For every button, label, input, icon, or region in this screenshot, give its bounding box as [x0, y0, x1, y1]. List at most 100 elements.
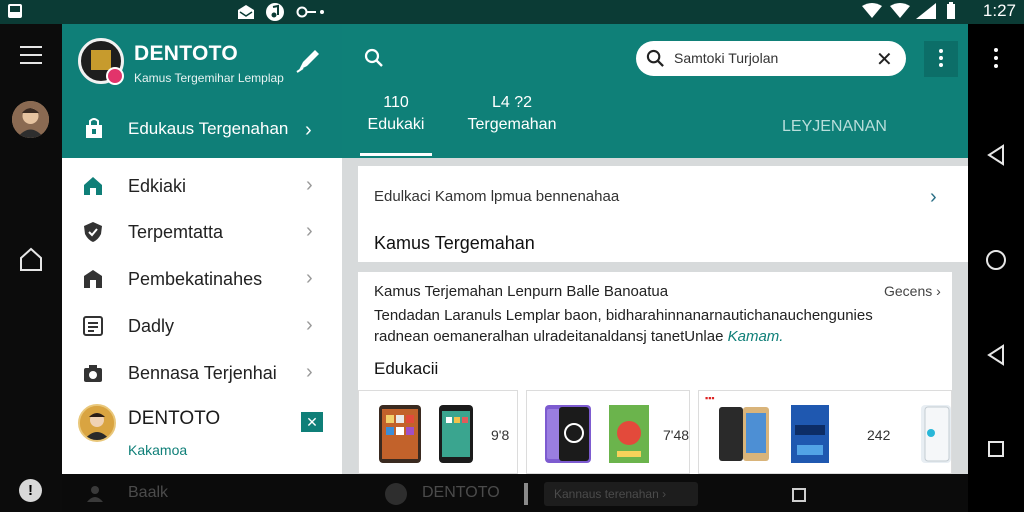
alert-icon[interactable]: !	[19, 479, 42, 502]
profile-close-button[interactable]: ✕	[301, 412, 323, 432]
news-icon	[83, 316, 103, 336]
product-price: 7'48	[663, 427, 690, 443]
drawer-item-label: Dadly	[128, 316, 175, 336]
logo-badge-icon	[106, 67, 124, 85]
back-icon[interactable]	[986, 144, 1006, 166]
phone-pair-image	[545, 405, 591, 463]
info-card-line: Edulkaci Kamom lpmua bennenahaa	[374, 188, 620, 205]
search-input[interactable]	[674, 50, 864, 66]
more-options-button[interactable]	[924, 41, 958, 77]
profile-avatar	[78, 404, 116, 442]
drawer-item-edkiaki[interactable]: Edkiaki ›	[62, 164, 342, 210]
see-more-link[interactable]: Gecens ›	[884, 283, 941, 299]
active-tab-indicator	[360, 153, 432, 156]
app-header: ✕ 110 Edukaki L4 ?2 Tergemahan LEYJENANA…	[342, 24, 968, 158]
drawer-item-label: Edkiaki	[128, 176, 187, 196]
chevron-right-icon: ›	[305, 119, 312, 141]
box-image	[791, 405, 829, 463]
tab-label: Tergemahan	[467, 116, 557, 133]
content-area: Edulkaci Kamom lpmua bennenahaa › Kamus …	[342, 158, 968, 474]
feature-card-link[interactable]: Kamam.	[728, 328, 784, 345]
phone-image	[439, 405, 473, 463]
profile-name: DENTOTO	[128, 408, 221, 429]
battery-icon	[947, 2, 955, 19]
bottom-brand: DENTOTO	[422, 484, 500, 501]
profile-avatar-image	[80, 406, 114, 440]
tab-tergemahan[interactable]: L4 ?2 Tergemahan	[460, 94, 564, 134]
bag-icon	[86, 118, 102, 138]
chevron-right-icon: ›	[306, 220, 313, 242]
brand-logo	[78, 38, 124, 85]
chevron-right-icon: ›	[306, 174, 313, 196]
profile-subtitle: Kakamoa	[128, 442, 188, 458]
store-icon	[84, 270, 102, 288]
info-card[interactable]: Edulkaci Kamom lpmua bennenahaa › Kamus …	[358, 166, 968, 262]
drawer-item-pembekatinahes[interactable]: Pembekatinahes ›	[62, 257, 342, 303]
drawer-item-label: Bennasa Terjenhai	[128, 363, 277, 383]
drawer-item-label: Pembekatinahes	[128, 269, 263, 289]
status-bar: 1:27	[0, 0, 1024, 24]
product-price: 9'8	[491, 427, 510, 443]
product-card[interactable]: 9'8	[358, 390, 518, 474]
phones-image	[717, 405, 771, 463]
tablet-image	[379, 405, 421, 463]
search-icon	[646, 49, 664, 67]
more-vert-icon[interactable]	[994, 48, 998, 72]
navigation-drawer: DENTOTO Kamus Tergemihar Lemplap Edukaus…	[62, 24, 342, 474]
tab-label: Edukaki	[367, 116, 425, 133]
search-icon[interactable]	[364, 48, 384, 68]
home-circle-icon[interactable]	[985, 249, 1007, 271]
camera-icon	[84, 365, 102, 382]
menu-icon[interactable]	[20, 46, 42, 70]
user-icon	[87, 486, 103, 502]
drawer-profile[interactable]: DENTOTO Kakamoa ✕	[62, 398, 342, 474]
chevron-right-icon: ›	[930, 186, 937, 208]
drawer-header-item-label: Edukaus Tergenahan	[128, 119, 289, 138]
music-icon	[266, 3, 284, 21]
feature-card-text: Tendadan Laranuls Lemplar baon, bidharah…	[374, 307, 873, 345]
drawer-item-bennasa[interactable]: Bennasa Terjenhai ›	[62, 351, 342, 397]
left-rail: !	[0, 24, 62, 512]
brand-name: DENTOTO	[134, 42, 239, 65]
tab-leyjenanan[interactable]: LEYJENANAN	[782, 118, 887, 136]
key-icon	[296, 6, 324, 18]
chevron-right-icon: ›	[306, 361, 313, 383]
search-bar[interactable]: ✕	[636, 41, 906, 76]
edit-icon[interactable]	[295, 46, 323, 74]
bottom-chip[interactable]: Kannaus terenahan ›	[544, 482, 698, 506]
product-card[interactable]: ▪▪▪ 242	[698, 390, 952, 474]
back-icon-2[interactable]	[986, 344, 1006, 366]
signal-icon	[916, 3, 936, 19]
feature-card: Kamus Terjemahan Lenpurn Balle Banoatua …	[358, 272, 952, 474]
product-card[interactable]: 7'48	[526, 390, 690, 474]
section-title: Edukacii	[374, 359, 439, 378]
device-image	[921, 405, 951, 463]
divider	[524, 483, 528, 505]
sale-badge: ▪▪▪	[705, 393, 715, 403]
wifi-icon-2	[890, 3, 910, 18]
home-icon	[84, 177, 102, 195]
drawer-item-dadly[interactable]: Dadly ›	[62, 304, 342, 350]
drawer-header: DENTOTO Kamus Tergemihar Lemplap Edukaus…	[62, 24, 342, 158]
feature-card-title: Kamus Terjemahan Lenpurn Balle Banoatua	[374, 283, 669, 300]
drawer-item-terpemtatta[interactable]: Terpemtatta ›	[62, 210, 342, 256]
clear-search-icon[interactable]: ✕	[876, 47, 893, 72]
home-icon[interactable]	[18, 246, 44, 272]
inbox-icon	[8, 4, 22, 18]
more-vert-icon	[939, 49, 943, 70]
chevron-right-icon: ›	[306, 267, 313, 289]
shield-icon	[84, 222, 102, 242]
square-icon[interactable]	[792, 488, 806, 502]
tab-edukaki[interactable]: 110 Edukaki	[360, 94, 432, 134]
brand-subtitle: Kamus Tergemihar Lemplap	[134, 71, 284, 85]
product-price: 242	[867, 427, 891, 443]
bottom-avatar-icon	[385, 483, 407, 505]
tab-count: 110	[383, 94, 409, 111]
drawer-header-item[interactable]: Edukaus Tergenahan ›	[62, 108, 342, 156]
status-time: 1:27	[982, 1, 1016, 20]
avatar[interactable]	[12, 101, 49, 138]
bottom-label[interactable]: Baalk	[128, 484, 168, 502]
info-card-title: Kamus Tergemahan	[374, 233, 535, 253]
recents-icon[interactable]	[987, 440, 1005, 458]
see-more-label: Gecens	[884, 283, 933, 299]
